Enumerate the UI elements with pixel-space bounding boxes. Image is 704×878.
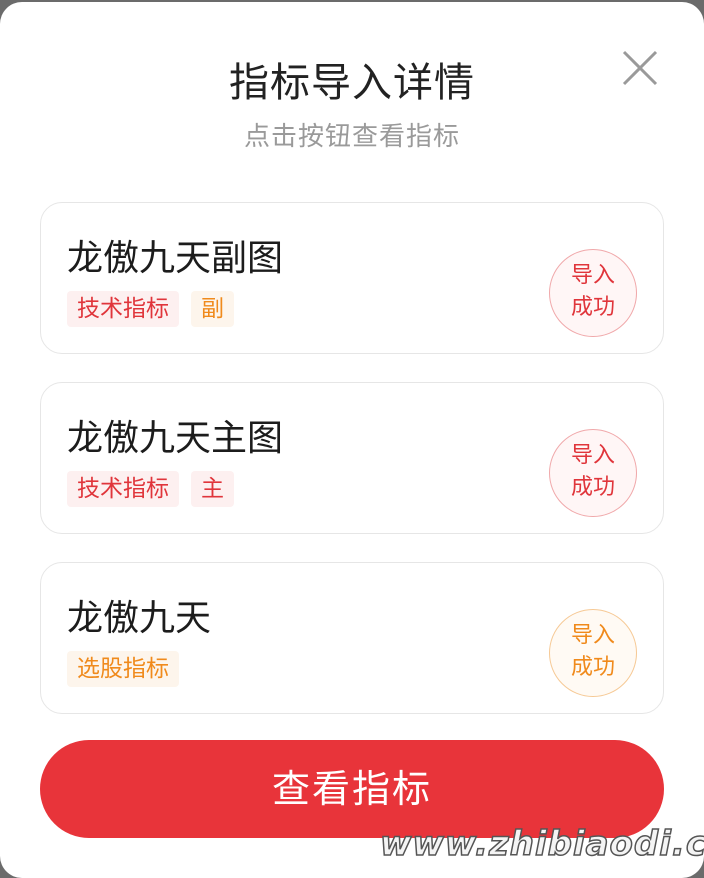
indicator-card-2[interactable]: 龙傲九天主图 技术指标 主 导入 成功	[40, 382, 664, 534]
indicator-import-dialog: 指标导入详情 点击按钮查看指标 龙傲九天副图 技术指标 副 导入 成功 龙傲九天…	[0, 2, 704, 878]
stamp-line-1: 导入	[570, 263, 615, 288]
stamp-line-2: 成功	[570, 295, 615, 320]
import-success-stamp: 导入 成功	[549, 429, 637, 517]
indicator-card-1[interactable]: 龙傲九天副图 技术指标 副 导入 成功	[40, 202, 664, 354]
indicator-name: 龙傲九天	[67, 598, 212, 639]
import-success-stamp: 导入 成功	[549, 609, 637, 697]
tag-type: 主	[191, 471, 234, 507]
stamp-line-2: 成功	[570, 655, 615, 680]
indicator-card-3[interactable]: 龙傲九天 选股指标 导入 成功	[40, 562, 664, 714]
indicator-tags: 技术指标 副	[67, 291, 246, 327]
close-button[interactable]	[616, 44, 664, 92]
stamp-line-1: 导入	[570, 623, 615, 648]
stamp-line-2: 成功	[570, 475, 615, 500]
close-icon	[622, 50, 658, 86]
indicator-name: 龙傲九天副图	[67, 238, 284, 279]
dialog-title: 指标导入详情	[229, 60, 475, 106]
tag-category: 技术指标	[67, 291, 179, 327]
indicator-name: 龙傲九天主图	[67, 418, 284, 459]
import-success-stamp: 导入 成功	[549, 249, 637, 337]
tag-category: 选股指标	[67, 651, 179, 687]
indicator-tags: 选股指标	[67, 651, 191, 687]
tag-type: 副	[191, 291, 234, 327]
indicator-tags: 技术指标 主	[67, 471, 246, 507]
dialog-subtitle: 点击按钮查看指标	[243, 122, 460, 152]
stamp-line-1: 导入	[570, 443, 615, 468]
site-watermark: www.zhibiaodi.com	[379, 823, 704, 865]
tag-category: 技术指标	[67, 471, 179, 507]
